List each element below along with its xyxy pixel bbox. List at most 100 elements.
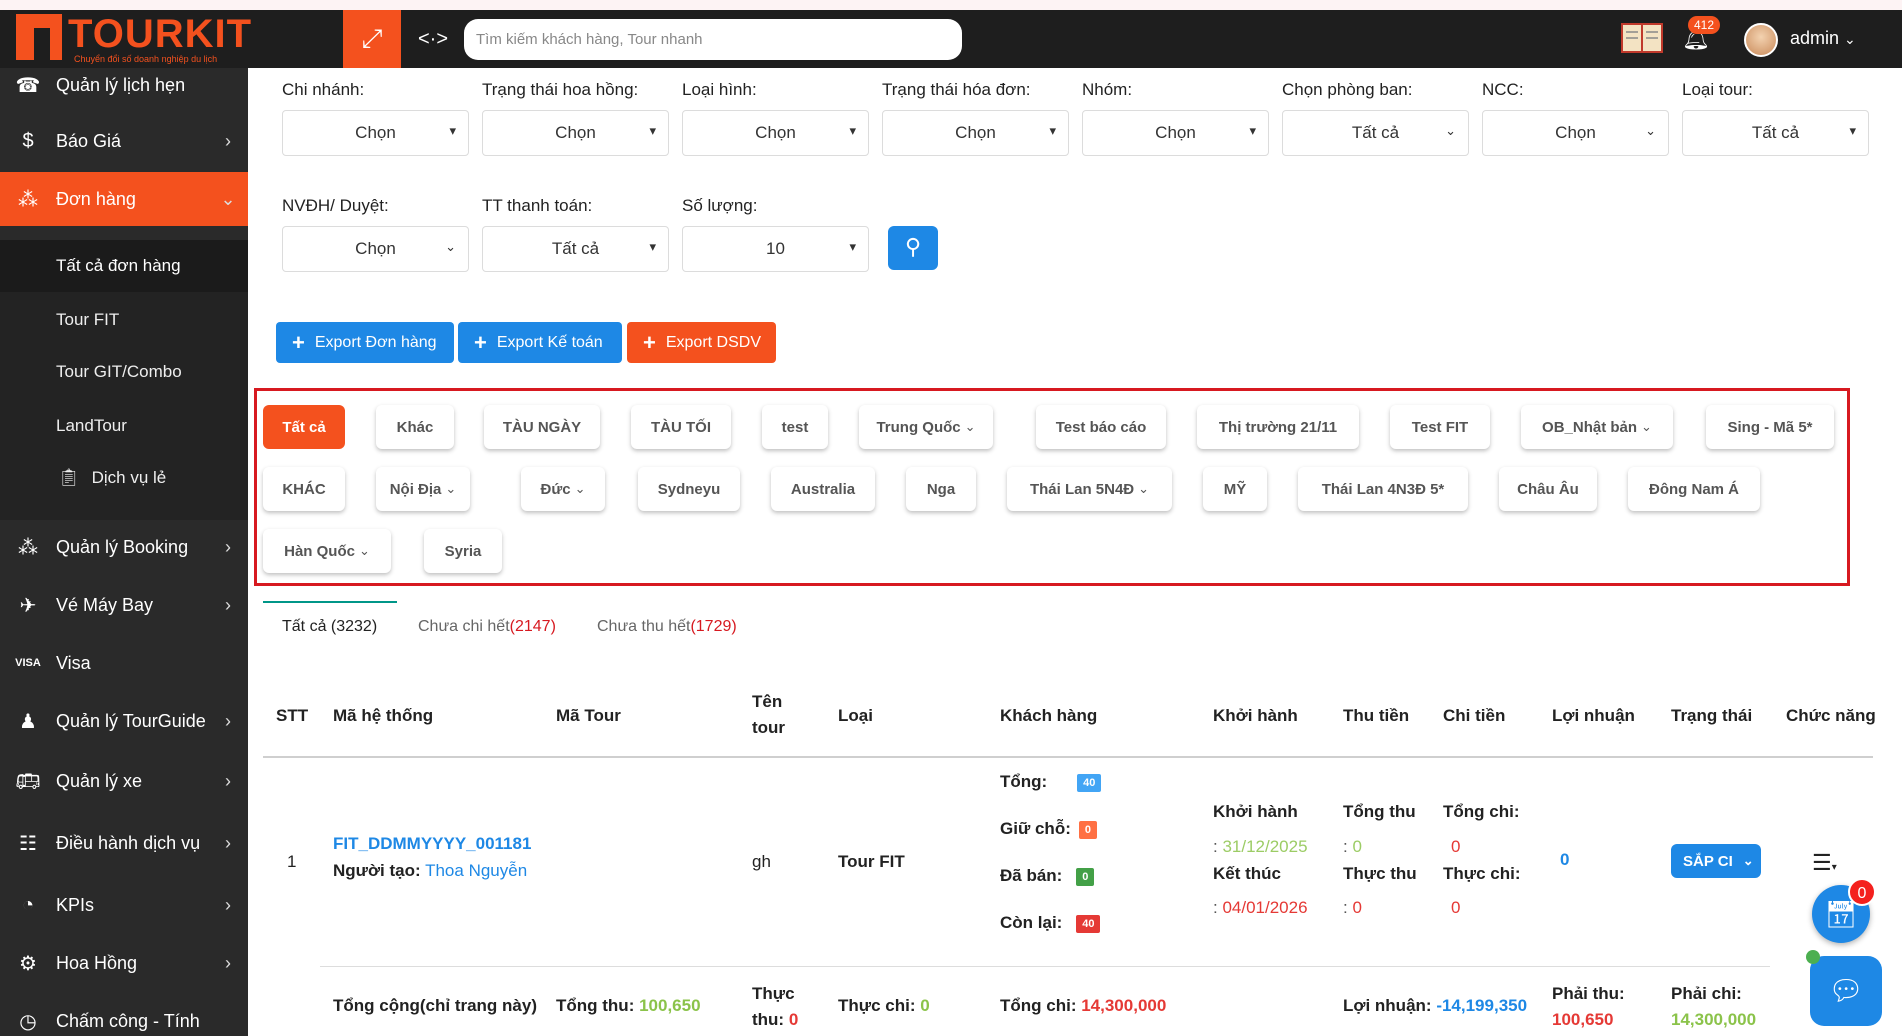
tag-chip[interactable]: Thị trường 21/11	[1197, 405, 1359, 449]
customer-remaining-label: Còn lại:	[1000, 913, 1063, 932]
row-type: Tour FIT	[838, 852, 905, 871]
tab-uncollected[interactable]: Chưa thu hết(1729)	[597, 618, 737, 636]
export-dsdv-button[interactable]: + Export DSDV	[627, 322, 776, 363]
submenu-all-orders[interactable]: Tất cả đơn hàng	[0, 240, 248, 292]
footer-profit: Lợi nhuận: -14,199,350	[1343, 996, 1527, 1016]
user-menu[interactable]: admin ⌄	[1790, 28, 1856, 49]
chip-label: TÀU NGÀY	[502, 418, 582, 436]
chat-button[interactable]: 💬︎	[1810, 956, 1882, 1026]
export-accounting-button[interactable]: + Export Kế toán	[458, 322, 622, 363]
select-value: Tất cả	[1351, 123, 1400, 142]
submenu-tour-git-combo[interactable]: Tour GIT/Combo	[0, 346, 248, 398]
submenu-landtour[interactable]: LandTour	[0, 400, 248, 452]
sidebar-item-service-ops[interactable]: ☷ Điều hành dịch vụ ›	[0, 816, 248, 870]
submenu-single-services[interactable]: 📋︎ Dịch vụ lẻ	[0, 452, 248, 504]
top-bar: TOURKIT Chuyển đổi số doanh nghiệp du lị…	[0, 0, 1902, 68]
customer-remaining-badge: 40	[1076, 914, 1101, 933]
tag-chip-dropdown[interactable]: Nội Địa ⌄	[376, 467, 470, 511]
quantity-select[interactable]: 10 ▾	[682, 226, 869, 272]
chevron-right-icon: ›	[225, 770, 231, 791]
tag-chip[interactable]: MỸ	[1203, 467, 1267, 511]
tag-chip[interactable]: Sydneyu	[638, 467, 740, 511]
footer-actual-income-label-2: thu:	[752, 1010, 785, 1029]
sidebar-item-appointments[interactable]: ☎ Quản lý lịch hẹn	[0, 58, 248, 112]
department-select[interactable]: Tất cả ⌄	[1282, 110, 1469, 156]
payment-status-select[interactable]: Tất cả ▾	[482, 226, 669, 272]
income-total-value: 0	[1352, 837, 1362, 856]
creator-name[interactable]: Thoa Nguyễn	[425, 861, 527, 880]
tag-chip[interactable]: Châu Âu	[1499, 467, 1597, 511]
tag-chip[interactable]: KHÁC	[263, 467, 345, 511]
filter-label-operator: NVĐH/ Duyệt:	[282, 196, 389, 215]
tag-chip[interactable]: Khác	[376, 405, 454, 449]
search-button[interactable]: ⚲	[888, 226, 938, 270]
type-select[interactable]: Chọn ▾	[682, 110, 869, 156]
book-icon[interactable]	[1620, 20, 1664, 56]
footer-total-income: Tổng thu: 100,650	[556, 996, 701, 1016]
tag-chip[interactable]: TÀU NGÀY	[484, 405, 600, 449]
sidebar-item-flights[interactable]: ✈ Vé Máy Bay ›	[0, 578, 248, 632]
fullscreen-toggle-button[interactable]: ⤢	[343, 10, 401, 68]
footer-actual-expense-label: Thực chi:	[838, 996, 916, 1015]
group-select[interactable]: Chọn ▾	[1082, 110, 1269, 156]
submenu-tour-fit[interactable]: Tour FIT	[0, 294, 248, 346]
sidebar-item-orders[interactable]: ⁂ Đơn hàng ⌄	[0, 172, 248, 226]
sidebar-item-label: Chấm công - Tính	[56, 1010, 200, 1031]
commission-status-select[interactable]: Chọn ▾	[482, 110, 669, 156]
select-value: Tất cả	[551, 239, 600, 258]
gauge-icon: ◔	[21, 893, 35, 916]
tag-chip[interactable]: Test FIT	[1390, 405, 1490, 449]
tag-chip-dropdown[interactable]: Hàn Quốc ⌄	[263, 529, 391, 573]
row-actions-menu-icon[interactable]: ☰▾	[1812, 850, 1837, 876]
filter-label-type: Loại hình:	[682, 80, 757, 99]
tag-chip-dropdown[interactable]: Đức ⌄	[521, 467, 605, 511]
footer-profit-label: Lợi nhuận:	[1343, 996, 1432, 1015]
plus-icon: +	[292, 329, 305, 355]
sidebar-item-commission[interactable]: ⚙ Hoa Hồng ›	[0, 936, 248, 990]
chevron-down-icon: ▾	[1249, 123, 1256, 138]
tag-chip[interactable]: Test báo cáo	[1036, 405, 1166, 449]
chevron-down-icon: ⌄	[1645, 123, 1656, 138]
tour-type-select[interactable]: Tất cả ▾	[1682, 110, 1869, 156]
tag-chip[interactable]: Thái Lan 4N3Đ 5*	[1298, 467, 1468, 511]
tab-all[interactable]: Tất cả (3232)	[282, 618, 377, 636]
tag-chip[interactable]: Australia	[771, 467, 875, 511]
operator-select[interactable]: Chọn ⌄	[282, 226, 469, 272]
tag-chip-all[interactable]: Tất cả	[263, 405, 345, 449]
tag-chip-dropdown[interactable]: Trung Quốc ⌄	[859, 405, 993, 449]
guide-icon: ♟	[19, 710, 37, 733]
plus-icon: +	[474, 329, 487, 355]
departure-date: : 31/12/2025	[1213, 837, 1308, 856]
export-orders-button[interactable]: + Export Đơn hàng	[276, 322, 454, 363]
network-icon: ⁂	[18, 536, 38, 559]
row-order-code-link[interactable]: FIT_DDMMYYYY_001181	[333, 834, 531, 854]
sidebar-item-vehicles[interactable]: 🚌︎ Quản lý xe ›	[0, 754, 248, 808]
chevron-down-icon: ▾	[449, 123, 456, 138]
sidebar-item-visa[interactable]: VISA Visa	[0, 636, 248, 690]
search-input[interactable]	[464, 19, 962, 60]
sidebar-item-booking[interactable]: ⁂ Quản lý Booking ›	[0, 520, 248, 574]
tag-chip[interactable]: Nga	[906, 467, 976, 511]
supplier-select[interactable]: Chọn ⌄	[1482, 110, 1669, 156]
sidebar-item-timekeeping[interactable]: ◷ Chấm công - Tính	[0, 994, 248, 1036]
branch-select[interactable]: Chọn ▾	[282, 110, 469, 156]
tag-chip[interactable]: test	[762, 405, 828, 449]
tag-chip-dropdown[interactable]: OB_Nhật bản ⌄	[1521, 405, 1673, 449]
tag-chip[interactable]: Sing - Mã 5*	[1706, 405, 1834, 449]
sidebar-item-tourguide[interactable]: ♟ Quản lý TourGuide ›	[0, 694, 248, 748]
sidebar-item-kpis[interactable]: ◔ KPIs ›	[0, 878, 248, 932]
customer-remaining: Còn lại: 40	[1000, 913, 1101, 933]
tourkit-logo[interactable]: TOURKIT Chuyển đổi số doanh nghiệp du lị…	[16, 12, 256, 64]
footer-payable-label: Phải chi:	[1671, 984, 1742, 1003]
tag-chip[interactable]: TÀU TỐI	[631, 405, 731, 449]
sidebar-item-quotes[interactable]: $ Báo Giá ›	[0, 114, 248, 168]
tag-chip[interactable]: Đông Nam Á	[1628, 467, 1760, 511]
tab-unpaid-expenses[interactable]: Chưa chi hết(2147)	[418, 618, 556, 636]
code-arrows-icon[interactable]: <·>	[418, 24, 448, 54]
tag-chip-dropdown[interactable]: Thái Lan 5N4Đ ⌄	[1007, 467, 1172, 511]
avatar[interactable]	[1744, 23, 1778, 57]
status-dropdown-button[interactable]: SẮP CI ⌄	[1671, 844, 1761, 878]
tag-chip[interactable]: Syria	[424, 529, 502, 573]
expense-actual-label: Thực chi:	[1443, 864, 1521, 883]
invoice-status-select[interactable]: Chọn ▾	[882, 110, 1069, 156]
